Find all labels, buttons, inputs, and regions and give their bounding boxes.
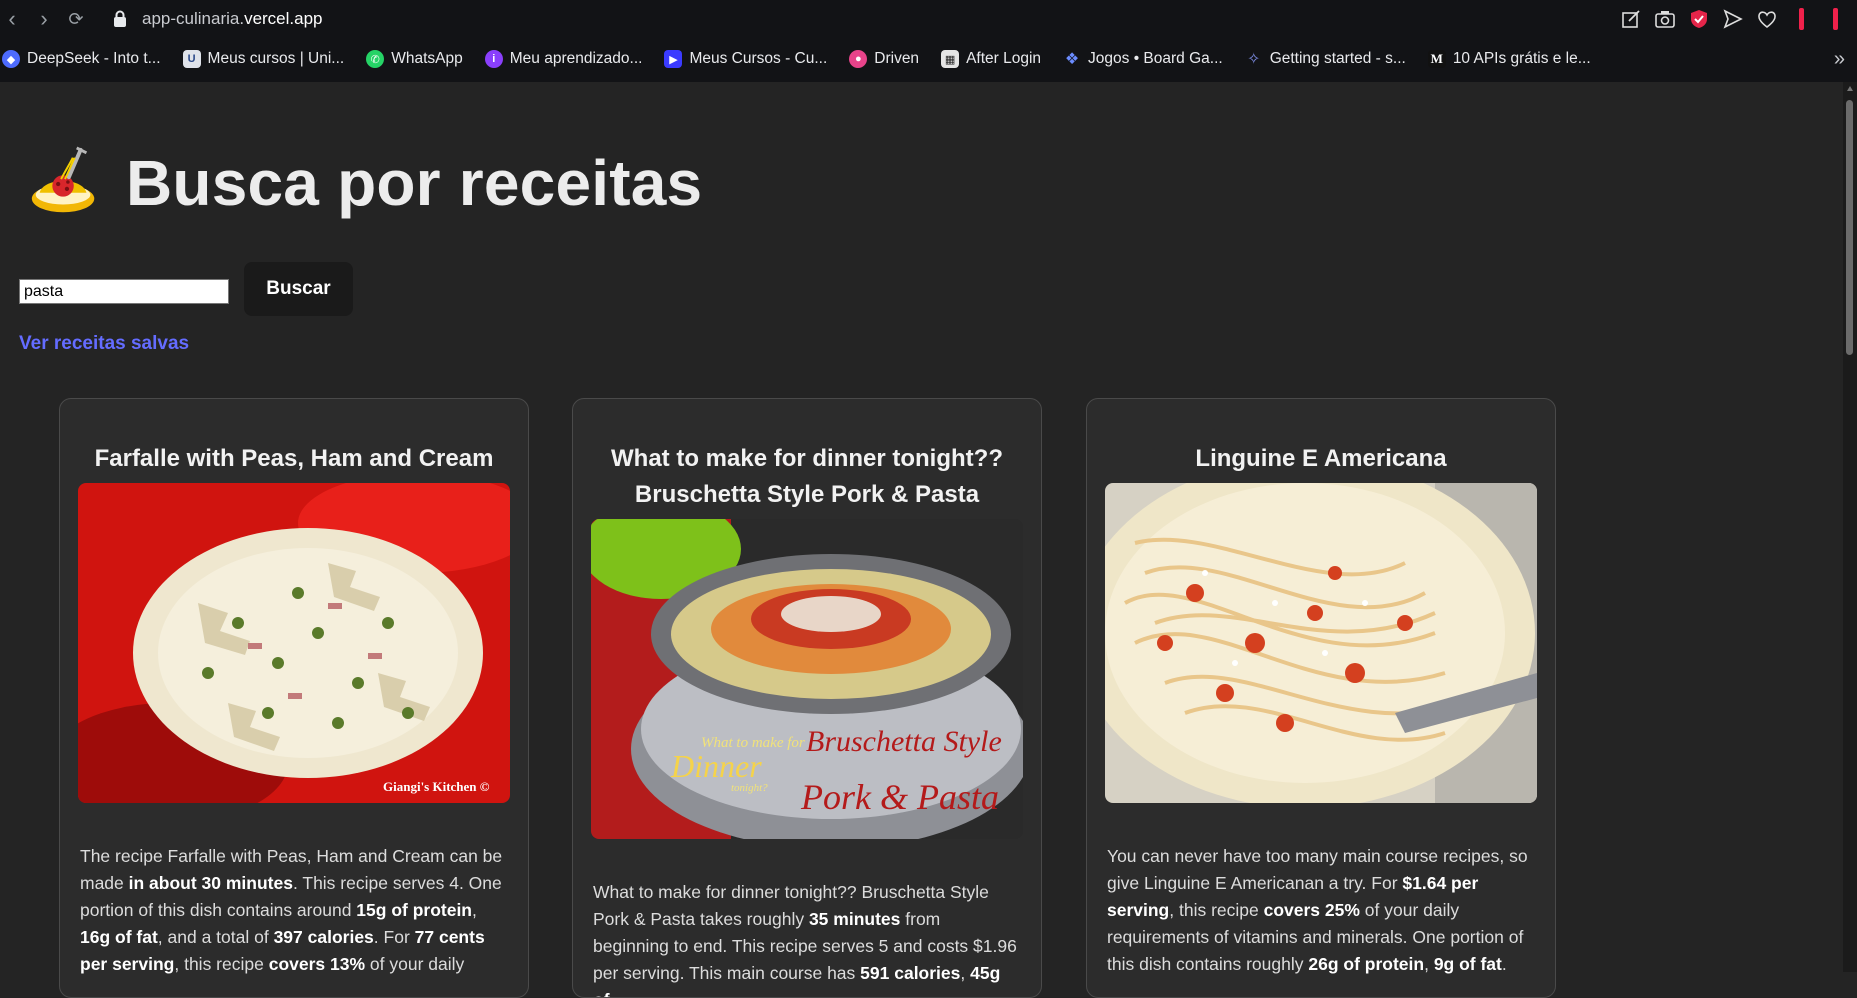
recipe-image[interactable]: Giangi's Kitchen © (78, 483, 510, 803)
medium-icon: M (1427, 50, 1446, 68)
bookmark-item[interactable]: i Meu aprendizado... (484, 50, 643, 68)
bookmark-item[interactable]: ◆ DeepSeek - Into t... (2, 50, 161, 68)
bookmark-item[interactable]: U Meus cursos | Uni... (182, 50, 345, 68)
heart-icon[interactable] (1755, 7, 1779, 31)
image-watermark: Giangi's Kitchen © (383, 779, 490, 794)
lock-icon (114, 10, 126, 27)
bookmark-label: Meu aprendizado... (509, 50, 643, 67)
saved-recipes-link[interactable]: Ver receitas salvas (19, 333, 189, 355)
reload-icon[interactable]: ⟳ (64, 7, 88, 31)
back-icon[interactable]: ‹ (0, 7, 24, 31)
login-icon: ▦ (941, 50, 960, 68)
page-title: Busca por receitas (126, 147, 703, 219)
url-field[interactable]: app-culinaria.vercel.app (142, 9, 323, 29)
boardgame-icon: ❖ (1064, 51, 1080, 68)
search-input[interactable] (19, 279, 229, 304)
page-content: Busca por receitas Buscar Ver receitas s… (0, 82, 1843, 998)
recipe-card[interactable]: Farfalle with Peas, Ham and Cream Giangi… (59, 398, 529, 998)
recipe-card[interactable]: What to make for dinner tonight?? Brusch… (572, 398, 1042, 998)
bookmark-item[interactable]: ● Driven (849, 50, 919, 68)
browser-toolbar: ‹ › ⟳ app-culinaria.vercel.app ◆ DeepSee… (0, 0, 1857, 82)
recipe-card[interactable]: Linguine E Americana You can never have … (1086, 398, 1556, 998)
recipe-summary: What to make for dinner tonight?? Brusch… (593, 882, 1017, 997)
shield-icon[interactable] (1687, 7, 1711, 31)
edit-icon[interactable] (1619, 7, 1643, 31)
spaghetti-icon (31, 146, 95, 213)
recipe-summary: The recipe Farfalle with Peas, Ham and C… (80, 846, 503, 974)
driven-icon: ● (849, 50, 868, 68)
bookmark-item[interactable]: ▶ Meus Cursos - Cu... (664, 50, 827, 68)
image-caption: Dinner (670, 748, 762, 784)
extension-icons (1619, 7, 1847, 31)
chevron-double-right-icon[interactable]: » (1834, 48, 1845, 71)
whatsapp-icon: ✆ (366, 50, 385, 68)
camera-icon[interactable] (1653, 7, 1677, 31)
bookmark-item[interactable]: M 10 APIs grátis e le... (1427, 50, 1591, 68)
page-scrollbar[interactable] (1843, 82, 1857, 972)
course-icon: ▶ (664, 50, 683, 68)
forward-icon[interactable]: › (32, 7, 56, 31)
university-icon: U (182, 50, 201, 68)
deepseek-icon: ◆ (2, 50, 20, 68)
bookmark-label: Getting started - s... (1269, 50, 1406, 67)
bookmark-label: Meus Cursos - Cu... (689, 50, 828, 67)
search-button[interactable]: Buscar (244, 262, 353, 316)
bookmark-item[interactable]: ✆ WhatsApp (366, 50, 463, 68)
recipe-title: What to make for dinner tonight?? Brusch… (611, 445, 1003, 508)
bookmark-label: After Login (966, 50, 1042, 67)
image-caption: Pork & Pasta (800, 777, 999, 817)
bookmarks-bar: ◆ DeepSeek - Into t... U Meus cursos | U… (0, 44, 1857, 74)
extension-bar-icon[interactable] (1789, 7, 1813, 31)
recipe-title: Linguine E Americana (1195, 445, 1447, 472)
bookmark-item[interactable]: ❖ Jogos • Board Ga... (1063, 50, 1223, 68)
scroll-up-icon[interactable] (1847, 86, 1853, 91)
extension-bar-icon[interactable] (1823, 7, 1847, 31)
bookmark-item[interactable]: ✧ Getting started - s... (1245, 50, 1406, 68)
address-row: ‹ › ⟳ app-culinaria.vercel.app (0, 0, 1857, 38)
image-caption: tonight? (731, 782, 768, 794)
recipe-title: Farfalle with Peas, Ham and Cream (94, 445, 494, 472)
recipe-image[interactable]: What to make for Dinner tonight? Brusche… (591, 519, 1023, 839)
recipe-image[interactable] (1105, 483, 1537, 803)
bookmark-label: Meus cursos | Uni... (207, 50, 345, 67)
bookmark-label: WhatsApp (391, 50, 463, 67)
bookmark-label: Driven (874, 50, 920, 67)
getting-started-icon: ✧ (1247, 51, 1261, 68)
recipe-summary: You can never have too many main course … (1107, 846, 1528, 974)
learning-icon: i (484, 50, 503, 68)
scroll-thumb[interactable] (1846, 100, 1853, 355)
bookmark-label: 10 APIs grátis e le... (1452, 50, 1591, 67)
bookmark-label: Jogos • Board Ga... (1088, 50, 1223, 67)
page-header: Busca por receitas (26, 144, 702, 222)
bookmark-item[interactable]: ▦ After Login (941, 50, 1041, 68)
send-icon[interactable] (1721, 7, 1745, 31)
bookmark-label: DeepSeek - Into t... (27, 50, 161, 67)
image-caption: Bruschetta Style (806, 725, 1002, 758)
